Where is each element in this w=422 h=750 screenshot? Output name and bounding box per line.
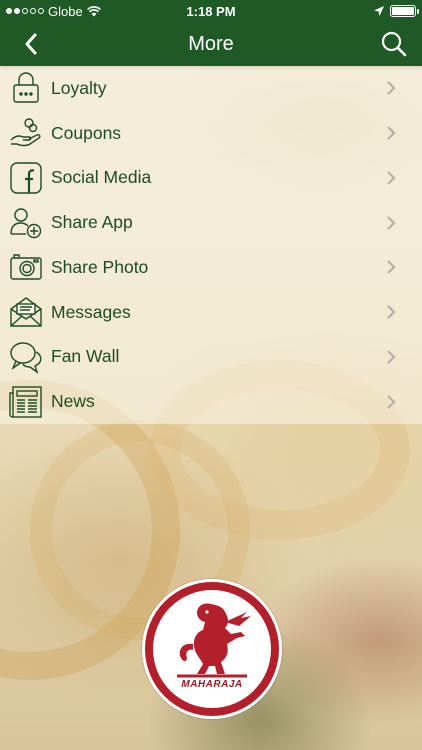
page-title: More — [188, 32, 234, 55]
menu-item-coupons[interactable]: Coupons — [0, 111, 422, 156]
menu-item-label: News — [51, 391, 95, 412]
menu-item-share-photo[interactable]: Share Photo — [0, 245, 422, 290]
chevron-right-icon — [387, 305, 396, 319]
chevron-right-icon — [387, 81, 396, 96]
menu-item-loyalty[interactable]: Loyalty — [0, 66, 422, 111]
lion-emblem-icon — [177, 603, 251, 678]
status-bar: Globe 1:18 PM — [0, 0, 422, 22]
person-add-icon — [8, 206, 44, 240]
menu-item-share-app[interactable]: Share App — [0, 200, 422, 245]
chevron-right-icon — [387, 171, 396, 185]
chevron-right-icon — [387, 260, 396, 275]
battery-icon — [390, 5, 419, 17]
chevron-right-icon — [387, 126, 396, 140]
wifi-icon — [86, 5, 101, 16]
menu-item-label: Messages — [51, 301, 131, 322]
chevron-left-icon[interactable] — [20, 32, 44, 56]
menu-item-messages[interactable]: Messages — [0, 290, 422, 335]
facebook-icon — [8, 161, 44, 195]
envelope-icon — [8, 295, 44, 329]
carrier-name: Globe — [48, 3, 83, 19]
more-menu-list: Loyalty Coupons Social Media Share App S… — [0, 66, 422, 424]
menu-item-label: Social Media — [51, 167, 152, 188]
menu-item-label: Loyalty — [51, 77, 107, 98]
chevron-right-icon — [387, 394, 396, 409]
newspaper-icon — [8, 385, 44, 419]
menu-item-fan-wall[interactable]: Fan Wall — [0, 335, 422, 380]
search-icon[interactable] — [380, 30, 408, 58]
chevron-right-icon — [387, 215, 396, 230]
navigation-bar: More — [0, 22, 422, 66]
menu-item-label: Share Photo — [51, 256, 149, 277]
menu-item-label: Coupons — [51, 122, 122, 143]
location-arrow-icon — [374, 6, 384, 16]
camera-icon — [8, 250, 44, 284]
menu-item-social-media[interactable]: Social Media — [0, 156, 422, 201]
menu-item-label: Share App — [51, 212, 133, 233]
chevron-right-icon — [387, 350, 396, 364]
signal-strength-icon — [6, 8, 44, 14]
speech-bubbles-icon — [8, 340, 44, 374]
padlock-icon — [8, 71, 44, 105]
hand-coins-icon — [8, 116, 44, 150]
maharaja-logo: MAHARAJA — [142, 579, 282, 719]
menu-item-label: Fan Wall — [51, 346, 120, 367]
menu-item-news[interactable]: News — [0, 379, 422, 424]
